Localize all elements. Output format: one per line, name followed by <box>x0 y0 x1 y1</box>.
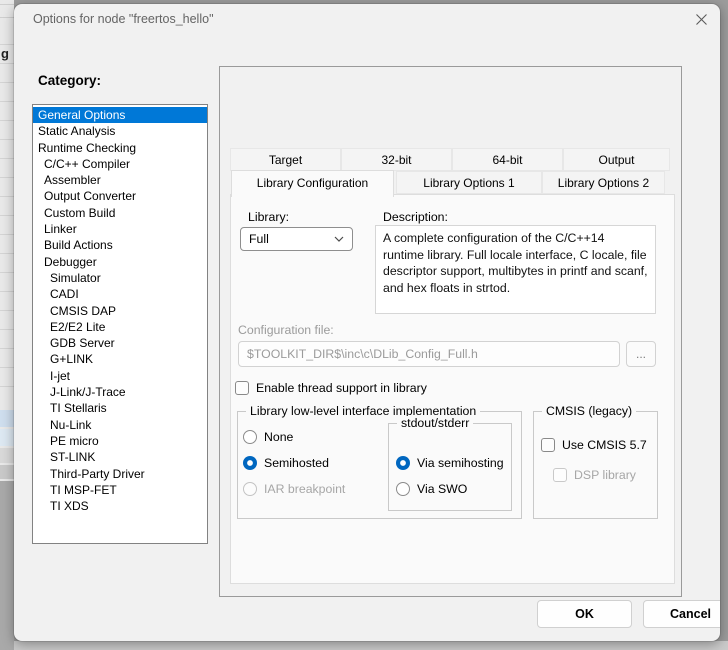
checkbox-icon <box>235 381 249 395</box>
radio-via-semihosting-label: Via semihosting <box>417 456 504 470</box>
category-label: Category: <box>38 73 101 88</box>
options-dialog: Options for node "freertos_hello" Catego… <box>14 4 720 641</box>
category-item-st-link[interactable]: ST-LINK <box>33 449 207 465</box>
tab-target[interactable]: Target <box>230 148 341 171</box>
radio-via-semihosting[interactable]: Via semihosting <box>396 455 504 471</box>
radio-icon <box>396 482 410 496</box>
category-item-third-party[interactable]: Third-Party Driver <box>33 466 207 482</box>
category-item-simulator[interactable]: Simulator <box>33 270 207 286</box>
checkbox-icon <box>541 438 555 452</box>
title-bar[interactable]: Options for node "freertos_hello" <box>14 4 720 34</box>
radio-icon <box>243 430 257 444</box>
cancel-button[interactable]: Cancel <box>643 600 720 628</box>
category-item-general-options[interactable]: General Options <box>33 107 207 123</box>
radio-none-label: None <box>264 430 293 444</box>
category-item-ti-msp-fet[interactable]: TI MSP-FET <box>33 482 207 498</box>
close-button[interactable] <box>686 7 716 31</box>
description-label: Description: <box>383 210 448 224</box>
stdout-stderr-group-title: stdout/stderr <box>397 416 473 430</box>
tab-library-configuration[interactable]: Library Configuration <box>231 170 394 197</box>
category-item-runtime-checking[interactable]: Runtime Checking <box>33 140 207 156</box>
background-window-edge: g <box>0 0 14 650</box>
tab-64bit[interactable]: 64-bit <box>452 148 563 171</box>
configuration-file-label: Configuration file: <box>238 323 334 337</box>
category-item-ti-xds[interactable]: TI XDS <box>33 498 207 514</box>
description-box: A complete configuration of the C/C++14 … <box>375 225 656 314</box>
radio-iar-breakpoint: IAR breakpoint <box>243 481 345 497</box>
dsp-library-label: DSP library <box>574 468 636 482</box>
category-item-jlink[interactable]: J-Link/J-Trace <box>33 384 207 400</box>
tab-output[interactable]: Output <box>563 148 670 171</box>
category-item-assembler[interactable]: Assembler <box>33 172 207 188</box>
close-icon <box>695 13 708 26</box>
use-cmsis-checkbox[interactable]: Use CMSIS 5.7 <box>541 437 647 453</box>
tab-library-options-1[interactable]: Library Options 1 <box>396 171 542 194</box>
library-label: Library: <box>248 210 289 224</box>
browse-button[interactable]: ... <box>626 341 656 367</box>
thread-support-label: Enable thread support in library <box>256 381 427 395</box>
radio-checked-icon <box>396 456 410 470</box>
category-item-static-analysis[interactable]: Static Analysis <box>33 123 207 139</box>
category-item-gdb-server[interactable]: GDB Server <box>33 335 207 351</box>
dsp-library-checkbox: DSP library <box>553 467 636 483</box>
background-bottom-area <box>14 641 728 650</box>
use-cmsis-label: Use CMSIS 5.7 <box>562 438 647 452</box>
radio-none[interactable]: None <box>243 429 293 445</box>
library-dropdown-value: Full <box>249 232 269 246</box>
category-item-cadi[interactable]: CADI <box>33 286 207 302</box>
category-item-e2-lite[interactable]: E2/E2 Lite <box>33 319 207 335</box>
radio-semihosted[interactable]: Semihosted <box>243 455 329 471</box>
configuration-file-field: $TOOLKIT_DIR$\inc\c\DLib_Config_Full.h <box>238 341 620 367</box>
category-item-ti-stellaris[interactable]: TI Stellaris <box>33 400 207 416</box>
dialog-title: Options for node "freertos_hello" <box>33 12 214 26</box>
category-list: General Options Static Analysis Runtime … <box>32 104 208 544</box>
radio-semihosted-label: Semihosted <box>264 456 329 470</box>
category-item-pe-micro[interactable]: PE micro <box>33 433 207 449</box>
thread-support-checkbox[interactable]: Enable thread support in library <box>235 380 427 396</box>
category-item-ijet[interactable]: I-jet <box>33 368 207 384</box>
background-partial-text: g <box>1 46 9 61</box>
category-item-nu-link[interactable]: Nu-Link <box>33 417 207 433</box>
radio-via-swo[interactable]: Via SWO <box>396 481 467 497</box>
category-item-linker[interactable]: Linker <box>33 221 207 237</box>
category-item-output-converter[interactable]: Output Converter <box>33 188 207 204</box>
category-item-cmsis-dap[interactable]: CMSIS DAP <box>33 303 207 319</box>
category-item-custom-build[interactable]: Custom Build <box>33 205 207 221</box>
library-dropdown[interactable]: Full <box>240 227 353 251</box>
radio-via-swo-label: Via SWO <box>417 482 467 496</box>
radio-disabled-icon <box>243 482 257 496</box>
cmsis-legacy-group: CMSIS (legacy) <box>533 411 658 519</box>
tab-32bit[interactable]: 32-bit <box>341 148 452 171</box>
category-item-debugger[interactable]: Debugger <box>33 254 207 270</box>
radio-iar-breakpoint-label: IAR breakpoint <box>264 482 345 496</box>
chevron-down-icon <box>334 236 344 242</box>
category-item-compiler[interactable]: C/C++ Compiler <box>33 156 207 172</box>
tab-library-options-2[interactable]: Library Options 2 <box>542 171 665 194</box>
category-item-glink[interactable]: G+LINK <box>33 351 207 367</box>
cmsis-group-title: CMSIS (legacy) <box>542 404 636 418</box>
radio-checked-icon <box>243 456 257 470</box>
category-item-build-actions[interactable]: Build Actions <box>33 237 207 253</box>
ok-button[interactable]: OK <box>537 600 632 628</box>
checkbox-disabled-icon <box>553 468 567 482</box>
